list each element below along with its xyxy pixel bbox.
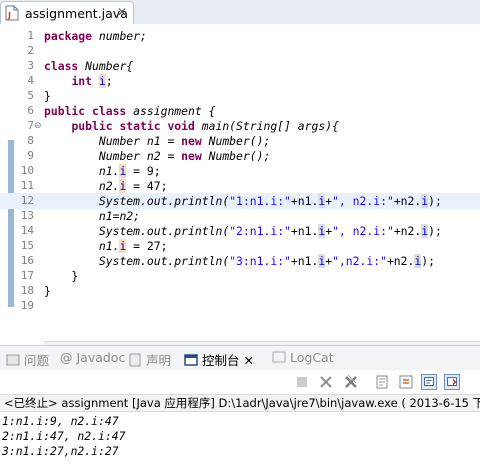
line-number: 12 [20,194,34,207]
code-line[interactable]: 8 Number n1 = new Number(); [0,133,480,149]
code-line[interactable]: 19 [0,298,480,314]
code-text: n1=n2; [98,209,141,223]
tab-problems[interactable]: 问题 [6,350,49,368]
code-line[interactable]: 13 n1=n2; [0,208,480,224]
code-line[interactable]: 11 n2.i = 47; [0,178,480,194]
line-number: 13 [20,209,34,222]
terminate-icon[interactable] [294,374,310,390]
clear-console-icon[interactable] [375,374,391,390]
tab-logcat[interactable]: LogCat [272,350,334,368]
code-line[interactable]: 17 } [0,268,480,284]
line-number: 19 [20,299,34,312]
line-number: 10 [20,164,34,177]
logcat-icon [272,351,286,363]
code-text: n1.i = 27; [98,239,168,253]
fold-collapse-icon[interactable]: ⊖ [34,118,42,134]
line-number: 7 [27,119,34,132]
line-number: 14 [20,224,34,237]
tab-console[interactable]: 控制台 ✕ [184,350,254,368]
code-line[interactable]: 6 public class assignment { [0,103,480,119]
code-editor[interactable]: 1 package number; 2 3 class Number{4 int i; 5… [0,24,480,351]
code-line[interactable]: 3 class Number{ [0,58,480,74]
code-line[interactable]: 2 [0,43,480,59]
code-line[interactable]: 15 n1.i = 27; [0,238,480,254]
line-number: 8 [27,134,34,147]
line-number: 5 [27,89,34,102]
code-text: Number n2 = new Number(); [98,149,271,163]
editor-tab-bar: J assignment.java ✕ [0,0,480,25]
code-line[interactable]: 10 n1.i = 9; [0,163,480,179]
line-number: 16 [20,254,34,267]
console-output[interactable]: 1:n1.i:9, n2.i:47 2:n1.i:47, n2.i:47 3:n… [2,414,125,459]
code-text: System.out.println("3:n1.i:"+n1.i+",n2.i… [98,254,435,268]
editor-tab-label: assignment.java [25,6,128,21]
code-text: System.out.println("1:n1.i:"+n1.i+", n2.… [98,194,442,208]
console-line: 3:n1.i:27,n2.i:27 [2,444,119,458]
java-file-icon: J [5,5,19,21]
code-text: } [44,89,51,103]
remove-launch-icon[interactable] [318,374,334,390]
line-number: 1 [27,29,34,42]
line-number: 9 [27,149,34,162]
code-text: public class assignment { [44,104,216,118]
line-number: 11 [20,179,34,192]
code-line[interactable]: 18} [0,283,480,299]
tab-declaration-label: 声明 [146,353,172,368]
line-number: 15 [20,239,34,252]
view-tab-bar: 问题 @ Javadoc 声明 控制台 ✕ LogCat [0,345,480,371]
tab-javadoc[interactable]: @ Javadoc [60,350,125,368]
console-icon [184,354,198,366]
code-line[interactable]: 5} [0,88,480,104]
svg-text:J: J [7,11,11,20]
tab-javadoc-label: @ Javadoc [60,350,126,365]
scroll-lock-icon[interactable] [398,374,414,390]
code-text: class Number{ [44,59,134,73]
line-number: 18 [20,284,34,297]
code-line[interactable]: 4 int i; [0,73,480,89]
code-text: n2.i = 47; [98,179,168,193]
tab-logcat-label: LogCat [290,350,334,365]
console-toolbar [0,370,480,394]
code-line[interactable]: 1 package number; [0,28,480,44]
code-text: n1.i = 9; [98,164,161,178]
code-line[interactable]: 16 System.out.println("3:n1.i:"+n1.i+",n… [0,253,480,269]
code-line[interactable]: 14 System.out.println("2:n1.i:"+n1.i+", … [0,223,480,239]
remove-all-icon[interactable] [343,374,359,390]
line-number: 17 [20,269,34,282]
editor-tab-assignment[interactable]: J assignment.java ✕ [0,1,134,24]
tab-declaration[interactable]: 声明 [128,350,171,368]
console-launch-info: <已终止> assignment [Java 应用程序] D:\1adr\Jav… [0,394,480,412]
line-number: 4 [27,74,34,87]
tab-problems-label: 问题 [24,353,50,368]
declaration-icon [129,353,141,367]
code-text: public static void main(String[] args){ [71,119,339,133]
line-number: 2 [27,44,34,57]
code-text: int i; [71,74,113,88]
code-line[interactable]: 7 ⊖ public static void main(String[] args… [0,118,480,134]
code-text: package number; [44,29,147,43]
code-line[interactable]: 12 System.out.println("1:n1.i:"+n1.i+", … [0,193,480,209]
console-line: 2:n1.i:47, n2.i:47 [2,429,126,443]
console-line: 1:n1.i:9, n2.i:47 [2,414,119,428]
pin-console-icon[interactable] [421,374,437,390]
code-line[interactable]: 9 Number n2 = new Number(); [0,148,480,164]
line-number: 6 [27,104,34,117]
code-text: } [44,284,51,298]
tab-console-label: 控制台 ✕ [202,353,254,368]
display-selected-console-icon[interactable] [444,374,460,390]
line-number: 3 [27,59,34,72]
code-text: System.out.println("2:n1.i:"+n1.i+", n2.… [98,224,442,238]
code-text: } [44,269,79,283]
code-text: Number n1 = new Number(); [98,134,271,148]
close-icon[interactable]: ✕ [117,5,127,19]
problems-icon [6,354,20,366]
